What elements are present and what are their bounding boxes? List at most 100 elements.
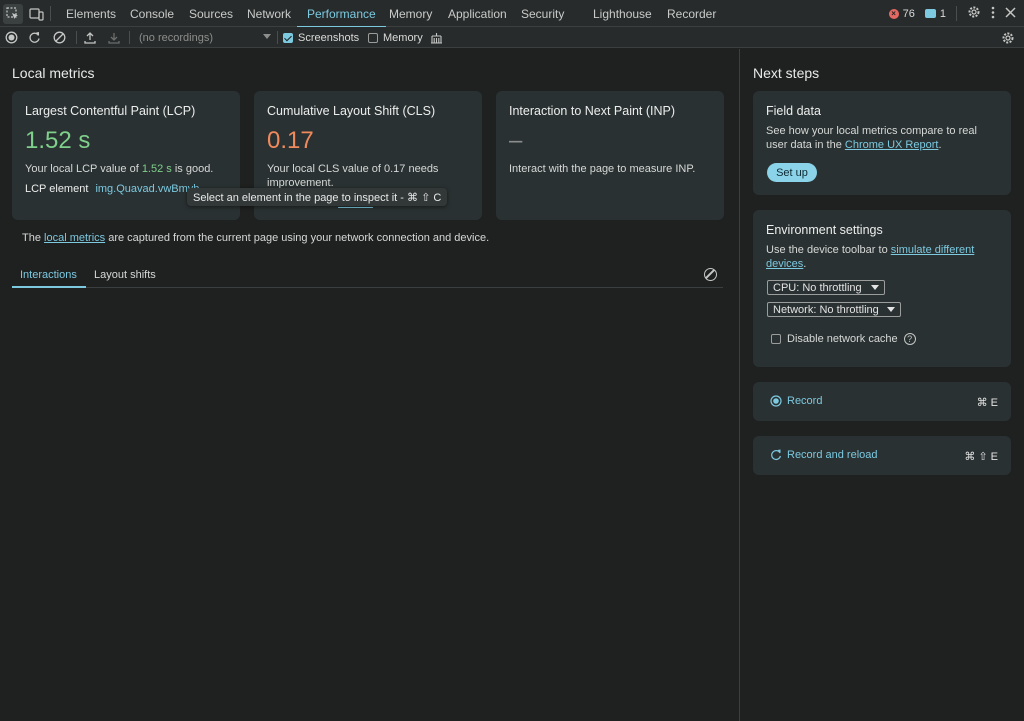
environment-settings-card: Environment settings Use the device tool… <box>753 210 1011 367</box>
active-subtab-indicator <box>12 286 86 288</box>
field-data-desc-suffix: . <box>938 139 942 151</box>
tab-lighthouse[interactable]: Lighthouse <box>593 0 652 27</box>
env-desc-prefix: Use the device toolbar to <box>766 244 891 256</box>
message-count: 1 <box>939 7 946 20</box>
local-metrics-pane: Local metrics Largest Contentful Paint (… <box>0 49 738 721</box>
lcp-element-label: LCP element <box>25 183 89 195</box>
screenshots-checkbox-box[interactable] <box>283 32 293 43</box>
lcp-element-link[interactable]: img.Quavad.vwBmvb <box>95 183 199 195</box>
record-icon[interactable] <box>5 30 18 45</box>
cls-title: Cumulative Layout Shift (CLS) <box>267 104 436 118</box>
record-label: Record <box>787 395 823 407</box>
tab-application[interactable]: Application <box>448 0 507 27</box>
toolbar-divider <box>277 31 278 44</box>
record-shortcut: ⌘ E <box>976 397 998 409</box>
subtab-interactions[interactable]: Interactions <box>20 269 77 281</box>
record-reload-card[interactable]: Record and reload ⌘ ⇧ E <box>753 436 1011 475</box>
message-count-badge[interactable]: 1 <box>924 7 946 20</box>
tab-sources[interactable]: Sources <box>189 0 233 27</box>
cpu-throttling-value: CPU: No throttling <box>773 281 862 294</box>
record-reload-shortcut: ⌘ ⇧ E <box>964 451 998 463</box>
memory-checkbox[interactable]: Memory <box>368 30 423 45</box>
lcp-desc-prefix: Your local LCP value of <box>25 163 142 175</box>
note-suffix: are captured from the current page using… <box>105 232 490 244</box>
recordings-select[interactable]: (no recordings) <box>134 29 274 46</box>
record-reload-label: Record and reload <box>787 449 878 461</box>
disable-cache-checkbox[interactable] <box>771 334 781 344</box>
lcp-element-row: LCP element img.Quavad.vwBmvb <box>25 182 199 196</box>
chevron-down-icon <box>263 34 271 39</box>
subtab-layout-shifts[interactable]: Layout shifts <box>94 269 156 281</box>
tabbar-divider <box>50 6 51 21</box>
inp-description: Interact with the page to measure INP. <box>509 163 696 175</box>
local-metrics-heading: Local metrics <box>12 65 95 81</box>
reload-icon <box>771 449 781 461</box>
tab-performance[interactable]: Performance <box>297 0 386 28</box>
next-steps-heading: Next steps <box>753 65 820 81</box>
inp-title: Interaction to Next Paint (INP) <box>509 104 676 118</box>
capture-settings-gear-icon[interactable] <box>1001 30 1015 45</box>
tab-elements[interactable]: Elements <box>66 0 116 27</box>
error-count: 76 <box>902 7 915 20</box>
chrome-ux-report-link[interactable]: Chrome UX Report <box>845 139 939 151</box>
next-steps-pane: Next steps Field data See how your local… <box>739 49 1024 721</box>
lcp-description: Your local LCP value of 1.52 s is good. <box>25 162 213 176</box>
clear-list-icon[interactable] <box>704 268 717 281</box>
cls-value: 0.17 <box>267 127 314 154</box>
toolbar-divider <box>129 31 130 44</box>
inp-value: – <box>509 127 523 154</box>
field-data-title: Field data <box>766 104 821 118</box>
network-throttling-select[interactable]: Network: No throttling <box>767 302 901 317</box>
screenshots-checkbox[interactable]: Screenshots <box>283 30 359 45</box>
tabbar-right-controls: × 76 1 <box>888 0 1016 27</box>
error-icon: × <box>888 8 899 19</box>
record-action[interactable]: Record <box>770 395 822 407</box>
clear-icon[interactable] <box>53 30 66 45</box>
tab-console[interactable]: Console <box>130 0 174 27</box>
lcp-title: Largest Contentful Paint (LCP) <box>25 104 196 118</box>
close-devtools-icon[interactable] <box>1005 6 1016 21</box>
memory-checkbox-box[interactable] <box>368 32 378 43</box>
inspect-tooltip: Select an element in the page to inspect… <box>187 188 448 206</box>
setup-button[interactable]: Set up <box>767 163 817 182</box>
field-data-card: Field data See how your local metrics co… <box>753 91 1011 195</box>
network-throttling-value: Network: No throttling <box>773 303 879 316</box>
error-count-badge[interactable]: × 76 <box>888 7 915 20</box>
memory-label: Memory <box>383 31 423 44</box>
devtools-tab-bar: Elements Console Sources Network Perform… <box>0 0 1024 28</box>
chevron-down-icon <box>871 285 879 290</box>
tab-memory[interactable]: Memory <box>389 0 432 27</box>
recordings-select-value: (no recordings) <box>139 31 213 44</box>
local-metrics-note: The local metrics are captured from the … <box>22 232 489 244</box>
settings-gear-icon[interactable] <box>967 5 981 22</box>
tab-network[interactable]: Network <box>247 0 291 27</box>
device-toolbar-icon[interactable] <box>26 4 46 24</box>
chevron-down-icon <box>887 307 895 312</box>
disable-cache-row: Disable network cache ? <box>771 332 916 346</box>
lcp-value: 1.52 s <box>25 127 91 154</box>
environment-description: Use the device toolbar to simulate diffe… <box>766 243 991 271</box>
right-divider <box>956 6 957 21</box>
local-metrics-link[interactable]: local metrics <box>44 232 105 244</box>
record-icon <box>770 395 782 407</box>
upload-icon[interactable] <box>84 30 96 45</box>
record-reload-action[interactable]: Record and reload <box>770 449 878 461</box>
environment-settings-title: Environment settings <box>766 223 883 237</box>
metrics-subtabs: Interactions Layout shifts <box>12 264 723 288</box>
download-icon[interactable] <box>108 30 120 45</box>
inspect-element-icon[interactable] <box>3 4 23 24</box>
disable-cache-label: Disable network cache <box>787 333 898 345</box>
performance-toolbar: (no recordings) Screenshots Memory <box>0 27 1024 48</box>
toolbar-divider <box>76 31 77 44</box>
more-options-icon[interactable] <box>991 6 995 22</box>
cpu-throttling-select[interactable]: CPU: No throttling <box>767 280 885 295</box>
inp-card: Interaction to Next Paint (INP) – Intera… <box>496 91 724 220</box>
tab-security[interactable]: Security <box>521 0 564 27</box>
cls-description: Your local CLS value of 0.17 needs impro… <box>267 163 439 189</box>
help-icon[interactable]: ? <box>903 333 916 345</box>
reload-record-icon[interactable] <box>28 30 41 45</box>
record-card[interactable]: Record ⌘ E <box>753 382 1011 421</box>
garbage-collect-icon[interactable] <box>430 30 443 45</box>
env-desc-suffix: . <box>803 258 807 270</box>
tab-recorder[interactable]: Recorder <box>667 0 716 27</box>
